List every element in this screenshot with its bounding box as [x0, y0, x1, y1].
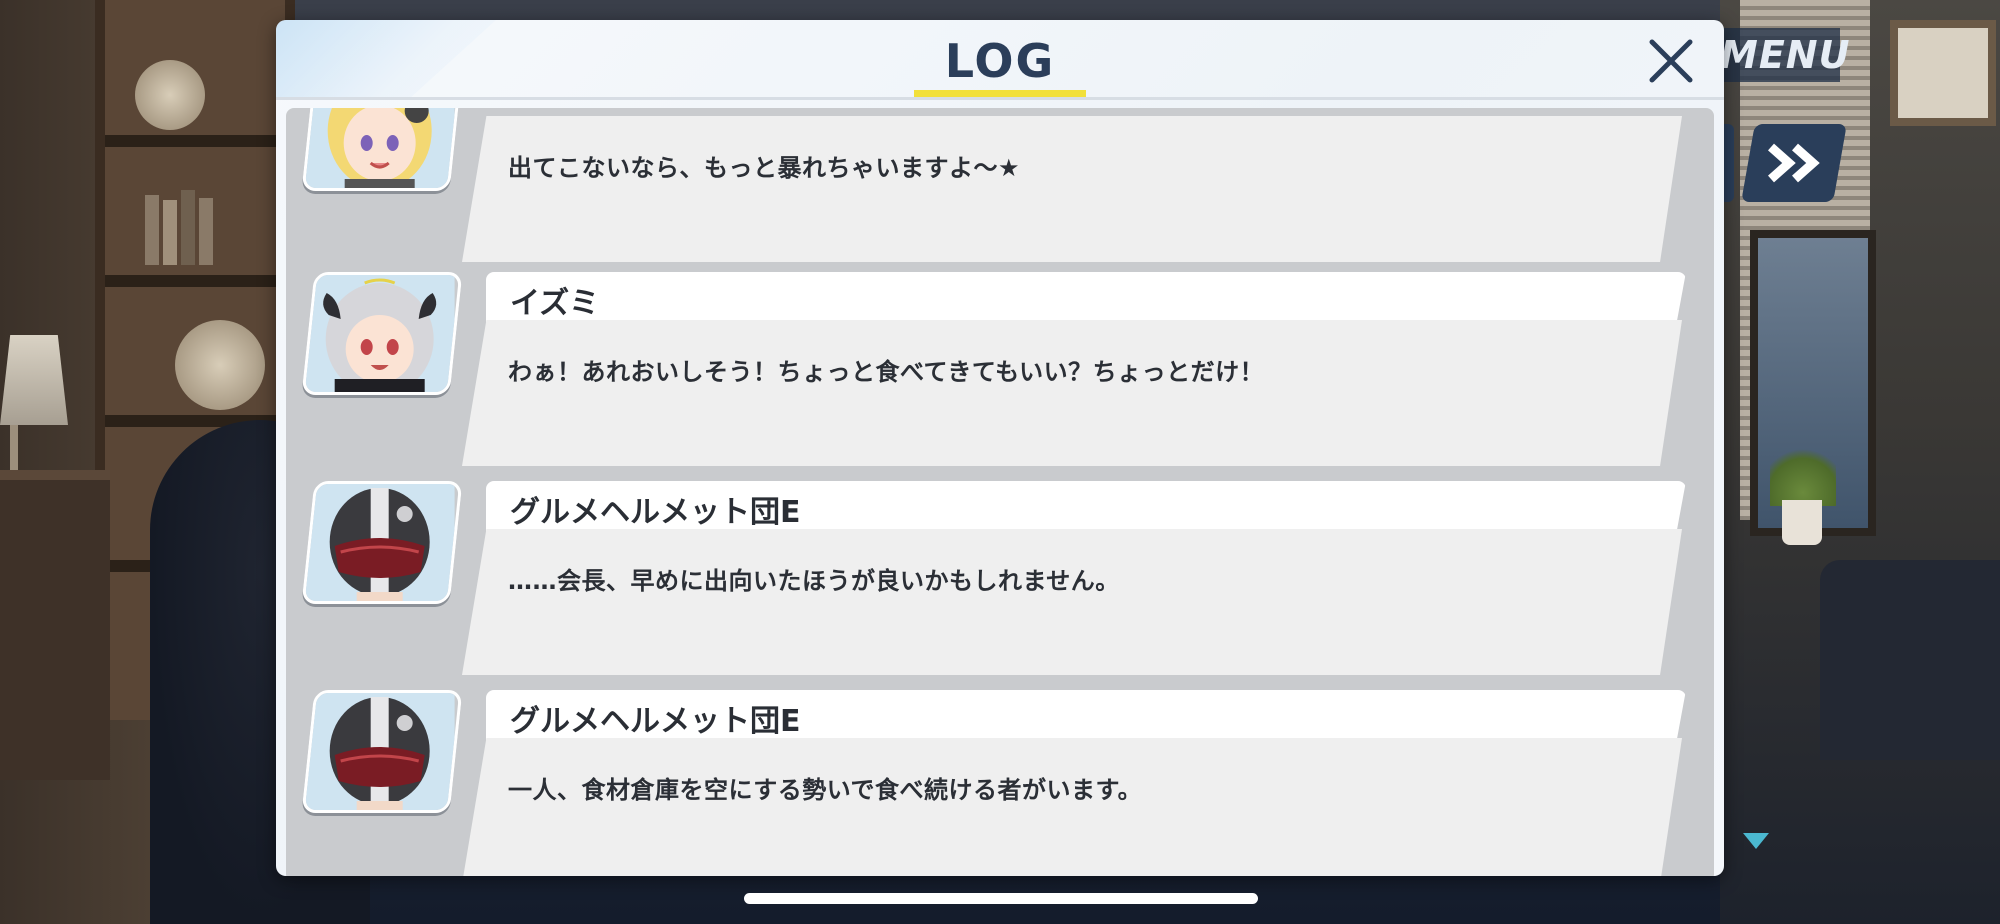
log-panel: LOG 出てこないなら、もっと暴れちゃいますよ〜★ イズミ わぁ！あれおいしそう…	[276, 20, 1724, 876]
wall-picture	[1890, 20, 1996, 126]
sofa	[1820, 560, 2000, 760]
plant	[1770, 440, 1836, 506]
plant-pot	[1782, 500, 1822, 545]
dialogue-text: ……会長、早めに出向いたほうが良いかもしれません。	[508, 567, 1120, 595]
triangle-down-icon[interactable]	[1743, 833, 1769, 849]
lamp	[0, 335, 68, 425]
helmet-avatar	[301, 690, 463, 813]
close-icon	[1649, 39, 1693, 83]
log-entry: グルメヘルメット団E 一人、食材倉庫を空にする勢いで食べ続ける者がいます。	[286, 690, 1714, 876]
dialogue-box	[462, 529, 1682, 675]
helmet-avatar	[301, 481, 463, 604]
name-tab	[486, 272, 1686, 324]
close-button[interactable]	[1642, 32, 1700, 90]
izumi-avatar	[301, 272, 463, 395]
dialogue-box	[462, 116, 1682, 262]
title-underline	[914, 90, 1086, 97]
dialogue-text: 一人、食材倉庫を空にする勢いで食べ続ける者がいます。	[508, 776, 1143, 804]
home-indicator[interactable]	[744, 893, 1258, 904]
fast-forward-icon	[1768, 143, 1820, 183]
dialogue-box	[462, 738, 1682, 876]
blonde-girl-avatar	[301, 108, 463, 191]
panel-title: LOG	[944, 34, 1056, 88]
dialogue-text: 出てこないなら、もっと暴れちゃいますよ〜★	[508, 154, 1021, 182]
cabinet	[0, 470, 110, 780]
dialogue-box	[462, 320, 1682, 466]
menu-button[interactable]: MENU	[1720, 28, 1849, 82]
header-divider	[276, 97, 1724, 100]
skip-button[interactable]	[1741, 124, 1847, 202]
speaker-name: グルメヘルメット団E	[510, 495, 801, 530]
speaker-name: イズミ	[510, 286, 600, 321]
log-list[interactable]: 出てこないなら、もっと暴れちゃいますよ〜★ イズミ わぁ！あれおいしそう！ちょっ…	[286, 108, 1714, 876]
speaker-name: グルメヘルメット団E	[510, 704, 801, 739]
log-entry: グルメヘルメット団E ……会長、早めに出向いたほうが良いかもしれません。	[286, 481, 1714, 681]
log-entry: 出てこないなら、もっと暴れちゃいますよ〜★	[286, 108, 1714, 268]
log-entry: イズミ わぁ！あれおいしそう！ちょっと食べてきてもいい？ちょっとだけ！	[286, 272, 1714, 472]
dialogue-text: わぁ！あれおいしそう！ちょっと食べてきてもいい？ちょっとだけ！	[508, 358, 1265, 386]
